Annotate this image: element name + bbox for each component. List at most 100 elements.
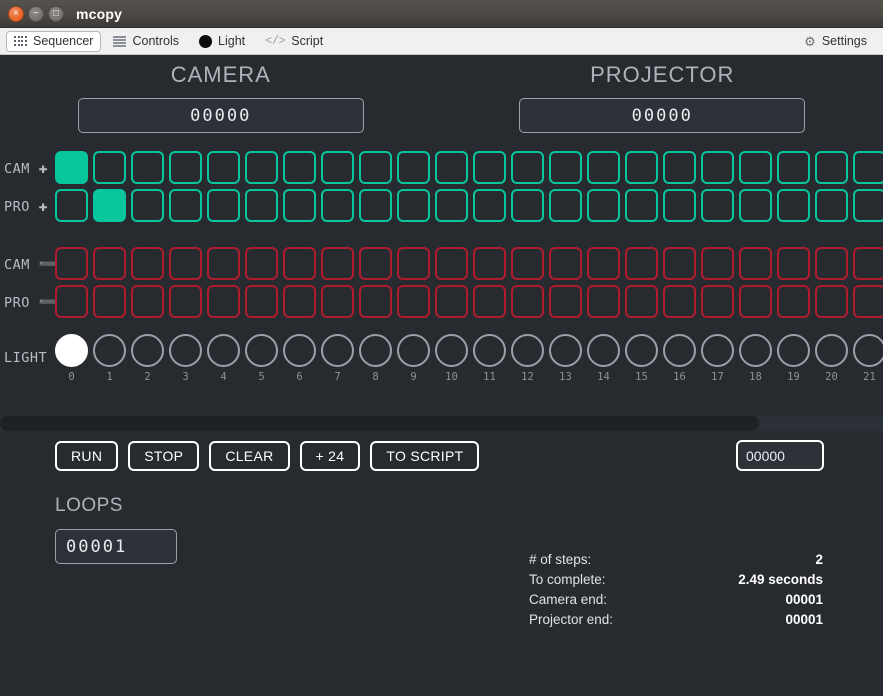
step-cell[interactable]	[625, 247, 658, 280]
step-cell[interactable]	[93, 151, 126, 184]
step-cell[interactable]	[283, 247, 316, 280]
light-cell[interactable]	[321, 333, 354, 367]
step-cell[interactable]	[739, 285, 772, 318]
step-cell[interactable]	[245, 247, 278, 280]
step-cell[interactable]	[207, 189, 240, 222]
step-cell[interactable]	[397, 247, 430, 280]
step-cell[interactable]	[701, 189, 734, 222]
step-cell[interactable]	[701, 285, 734, 318]
camera-counter[interactable]: 00000	[77, 98, 364, 133]
step-cell[interactable]	[321, 285, 354, 318]
step-cell[interactable]	[169, 285, 202, 318]
step-cell[interactable]	[777, 285, 810, 318]
step-cell[interactable]	[663, 285, 696, 318]
step-cell[interactable]	[397, 189, 430, 222]
step-cell[interactable]	[131, 247, 164, 280]
step-cell[interactable]	[587, 285, 620, 318]
step-cell[interactable]	[815, 247, 848, 280]
step-cell[interactable]	[473, 247, 506, 280]
step-cell[interactable]	[321, 151, 354, 184]
step-cell[interactable]	[207, 151, 240, 184]
add-24-button[interactable]: + 24	[299, 440, 361, 471]
step-cell[interactable]	[587, 151, 620, 184]
step-cell[interactable]	[625, 151, 658, 184]
step-cell[interactable]	[207, 247, 240, 280]
step-cell[interactable]	[283, 189, 316, 222]
step-cell[interactable]	[473, 189, 506, 222]
projector-counter[interactable]: 00000	[519, 98, 806, 133]
light-cell[interactable]	[739, 333, 772, 367]
to-script-button[interactable]: TO SCRIPT	[370, 440, 480, 471]
step-count-input[interactable]: 00000	[736, 440, 824, 471]
step-cell[interactable]	[55, 247, 88, 280]
step-cell[interactable]	[435, 189, 468, 222]
horizontal-scrollbar[interactable]	[0, 416, 883, 431]
step-cell[interactable]	[663, 247, 696, 280]
step-cell[interactable]	[359, 285, 392, 318]
light-cell[interactable]	[473, 333, 506, 367]
step-cell[interactable]	[549, 189, 582, 222]
light-cell[interactable]	[701, 333, 734, 367]
step-cell[interactable]	[359, 189, 392, 222]
light-cell[interactable]	[663, 333, 696, 367]
clear-button[interactable]: CLEAR	[209, 440, 290, 471]
light-cell[interactable]	[853, 333, 883, 367]
step-cell[interactable]	[55, 189, 88, 222]
window-minimize-button[interactable]: −	[28, 5, 44, 22]
step-cell[interactable]	[131, 285, 164, 318]
step-cell[interactable]	[853, 189, 883, 222]
step-cell[interactable]	[169, 247, 202, 280]
step-cell[interactable]	[93, 285, 126, 318]
light-cell[interactable]	[511, 333, 544, 367]
light-cell[interactable]	[397, 333, 430, 367]
step-cell[interactable]	[207, 285, 240, 318]
step-cell[interactable]	[853, 285, 883, 318]
light-cell[interactable]	[625, 333, 658, 367]
step-cell[interactable]	[549, 285, 582, 318]
step-cell[interactable]	[701, 151, 734, 184]
step-cell[interactable]	[473, 285, 506, 318]
step-cell[interactable]	[283, 285, 316, 318]
tab-controls[interactable]: Controls	[105, 31, 187, 52]
step-cell[interactable]	[435, 285, 468, 318]
step-cell[interactable]	[169, 151, 202, 184]
light-cell[interactable]	[55, 333, 88, 367]
step-cell[interactable]	[663, 189, 696, 222]
step-cell[interactable]	[169, 189, 202, 222]
step-cell[interactable]	[245, 189, 278, 222]
step-cell[interactable]	[853, 247, 883, 280]
step-cell[interactable]	[777, 247, 810, 280]
tab-settings[interactable]: ⚙ Settings	[796, 31, 875, 52]
step-cell[interactable]	[777, 189, 810, 222]
step-cell[interactable]	[397, 151, 430, 184]
step-cell[interactable]	[625, 189, 658, 222]
scrollbar-thumb[interactable]	[0, 416, 760, 431]
step-cell[interactable]	[701, 247, 734, 280]
step-cell[interactable]	[739, 189, 772, 222]
step-cell[interactable]	[625, 285, 658, 318]
step-cell[interactable]	[663, 151, 696, 184]
step-cell[interactable]	[739, 151, 772, 184]
step-cell[interactable]	[55, 285, 88, 318]
light-cell[interactable]	[815, 333, 848, 367]
step-cell[interactable]	[853, 151, 883, 184]
step-cell[interactable]	[93, 189, 126, 222]
window-close-button[interactable]: ×	[8, 5, 24, 22]
step-cell[interactable]	[511, 285, 544, 318]
step-cell[interactable]	[777, 151, 810, 184]
step-cell[interactable]	[511, 189, 544, 222]
light-cell[interactable]	[207, 333, 240, 367]
step-cell[interactable]	[587, 247, 620, 280]
step-cell[interactable]	[397, 285, 430, 318]
light-cell[interactable]	[93, 333, 126, 367]
step-cell[interactable]	[815, 151, 848, 184]
step-cell[interactable]	[131, 151, 164, 184]
light-cell[interactable]	[549, 333, 582, 367]
light-cell[interactable]	[777, 333, 810, 367]
step-cell[interactable]	[131, 189, 164, 222]
light-cell[interactable]	[245, 333, 278, 367]
tab-sequencer[interactable]: Sequencer	[6, 30, 102, 52]
light-cell[interactable]	[587, 333, 620, 367]
step-cell[interactable]	[93, 247, 126, 280]
step-cell[interactable]	[473, 151, 506, 184]
